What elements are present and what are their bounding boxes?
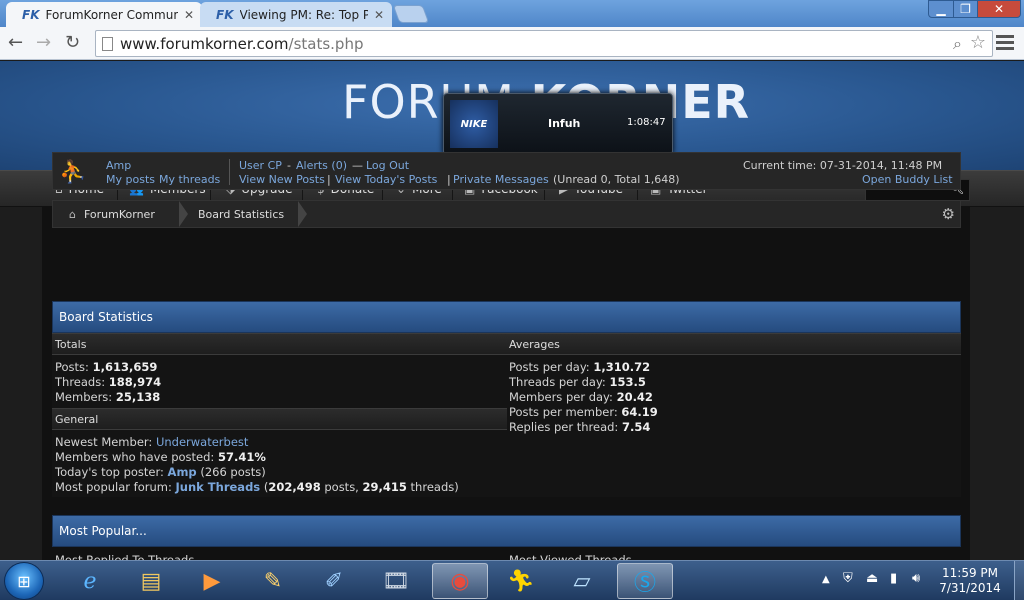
forward-arrow-icon[interactable]: → (36, 33, 51, 53)
pipe-separator: | (447, 173, 451, 186)
averages-header: Averages (506, 333, 961, 355)
board-statistics-header: Board Statistics (52, 301, 961, 333)
logout-link[interactable]: Log Out (366, 159, 409, 172)
notification-name: Infuh (548, 117, 581, 130)
skype-icon[interactable]: Ⓢ (617, 563, 673, 599)
menu-icon[interactable] (996, 35, 1014, 53)
view-todays-posts-link[interactable]: View Today's Posts (335, 173, 437, 186)
breadcrumb-separator (298, 201, 307, 227)
alerts-link[interactable]: Alerts (0) (296, 159, 347, 172)
my-posts-link[interactable]: My posts (106, 173, 155, 186)
top-poster-link[interactable]: Amp (168, 465, 197, 479)
user-avatar[interactable]: ⛹ (57, 156, 89, 188)
close-window-button[interactable]: ✕ (977, 0, 1021, 18)
tab-close-icon[interactable]: ✕ (374, 8, 384, 22)
most-popular-header: Most Popular... (52, 515, 961, 547)
pm-counts: (Unread 0, Total 1,648) (553, 173, 680, 186)
stat-top-poster: Today's top poster: Amp (266 posts) (55, 465, 266, 479)
stat-newest-member: Newest Member: Underwaterbest (55, 435, 249, 449)
tab-viewing-pm[interactable]: FK Viewing PM: Re: Top Post ✕ (200, 2, 392, 27)
maximize-button[interactable]: ❐ (953, 0, 978, 18)
windows-taskbar: ⊞ ℯ ▤ ▶ ✎ ✐ 🎞︎ ◉ 🏃︎ ▱ Ⓢ ▲ ⛨ ⏏ ▮ 🔊︎ 11:59… (0, 560, 1024, 600)
reload-icon[interactable]: ↻ (65, 33, 80, 53)
user-welcome-bar: ⛹ Amp My posts My threads User CP - Aler… (52, 152, 961, 190)
dash-separator: - (287, 159, 291, 172)
network-icon[interactable]: ▮ (890, 571, 897, 586)
most-viewed-heading: Most Viewed Threads (509, 553, 632, 560)
private-messages-link[interactable]: Private Messages (453, 173, 549, 186)
new-tab-button[interactable] (392, 5, 430, 23)
open-buddy-list-link[interactable]: Open Buddy List (862, 173, 953, 186)
stat-replies-per-thread: Replies per thread: 7.54 (509, 420, 651, 434)
current-time: Current time: 07-31-2014, 11:48 PM (743, 159, 943, 172)
newest-member-link[interactable]: Underwaterbest (156, 435, 248, 449)
pen-tool-icon[interactable]: ✐ (306, 563, 362, 599)
user-cp-link[interactable]: User CP (239, 159, 282, 172)
chrome-icon[interactable]: ◉ (432, 563, 488, 599)
home-icon: ⌂ (69, 207, 76, 221)
stat-threads-per-day: Threads per day: 153.5 (509, 375, 646, 389)
stat-posts-per-member: Posts per member: 64.19 (509, 405, 658, 419)
popular-forum-link[interactable]: Junk Threads (176, 480, 261, 494)
usb-icon[interactable]: ⏏ (866, 571, 878, 586)
aim-icon[interactable]: 🏃︎ (493, 563, 549, 599)
minimize-button[interactable]: ▁ (928, 0, 954, 18)
dash-separator: — (352, 159, 363, 172)
breadcrumb-separator (179, 201, 188, 227)
stat-members-posted: Members who have posted: 57.41% (55, 450, 266, 464)
browser-tabstrip: FK ForumKorner Community ✕ FK Viewing PM… (0, 0, 1024, 27)
paint-icon[interactable]: ✎ (245, 563, 301, 599)
my-threads-link[interactable]: My threads (159, 173, 220, 186)
bookmark-star-icon[interactable]: ☆ (970, 32, 986, 53)
stat-popular-forum: Most popular forum: Junk Threads (202,49… (55, 480, 459, 494)
stat-threads: Threads: 188,974 (55, 375, 162, 389)
tray-expand-icon[interactable]: ▲ (822, 574, 830, 585)
divider (229, 159, 230, 185)
show-desktop-button[interactable] (1014, 561, 1024, 600)
tab-title: ForumKorner Community (45, 7, 178, 22)
general-header: General (52, 408, 507, 430)
favicon-fk: FK (22, 7, 40, 22)
breadcrumb-current: Board Statistics (198, 207, 285, 221)
stat-members-per-day: Members per day: 20.42 (509, 390, 653, 404)
volume-icon[interactable]: 🔊︎ (912, 571, 920, 586)
totals-header: Totals (52, 333, 507, 355)
pipe-separator: | (327, 173, 331, 186)
tab-forumkorner-community[interactable]: FK ForumKorner Community ✕ (6, 2, 202, 27)
file-explorer-icon[interactable]: ▤ (123, 563, 179, 599)
security-icon[interactable]: ⛨ (843, 571, 853, 586)
start-button[interactable]: ⊞ (4, 562, 44, 600)
stat-members: Members: 25,138 (55, 390, 161, 404)
breadcrumb-home[interactable]: ⌂ ForumKorner (69, 201, 155, 227)
breadcrumb: ⌂ ForumKorner Board Statistics ⚙ (52, 200, 961, 228)
video-editor-icon[interactable]: 🎞︎ (368, 563, 424, 599)
gear-icon[interactable]: ⚙ (942, 205, 955, 223)
notepad-icon[interactable]: ▱ (554, 563, 610, 599)
stat-posts: Posts: 1,613,659 (55, 360, 158, 374)
username-link[interactable]: Amp (106, 159, 131, 172)
nike-avatar: NIKE (450, 100, 498, 148)
stat-posts-per-day: Posts per day: 1,310.72 (509, 360, 651, 374)
tab-title: Viewing PM: Re: Top Post (239, 7, 368, 22)
favicon-fk: FK (216, 7, 234, 22)
taskbar-clock[interactable]: 11:59 PM 7/31/2014 (935, 566, 1005, 596)
back-arrow-icon[interactable]: ← (8, 33, 23, 53)
browser-toolbar: ← → ↻ www.forumkorner.com/stats.php ⌕ ☆ (0, 27, 1024, 60)
zoom-icon[interactable]: ⌕ (953, 34, 962, 54)
address-bar[interactable]: www.forumkorner.com/stats.php ⌕ ☆ (95, 30, 993, 57)
url-text[interactable]: www.forumkorner.com/stats.php (120, 35, 363, 53)
most-replied-heading: Most Replied To Threads (55, 553, 195, 560)
tab-close-icon[interactable]: ✕ (184, 8, 194, 22)
buddy-notification[interactable]: NIKE Infuh 1:08:47 (443, 93, 673, 155)
page-icon (102, 37, 113, 51)
view-new-posts-link[interactable]: View New Posts (239, 173, 325, 186)
internet-explorer-icon[interactable]: ℯ (62, 563, 118, 599)
media-player-icon[interactable]: ▶ (184, 563, 240, 599)
notification-time: 1:08:47 (627, 117, 666, 128)
